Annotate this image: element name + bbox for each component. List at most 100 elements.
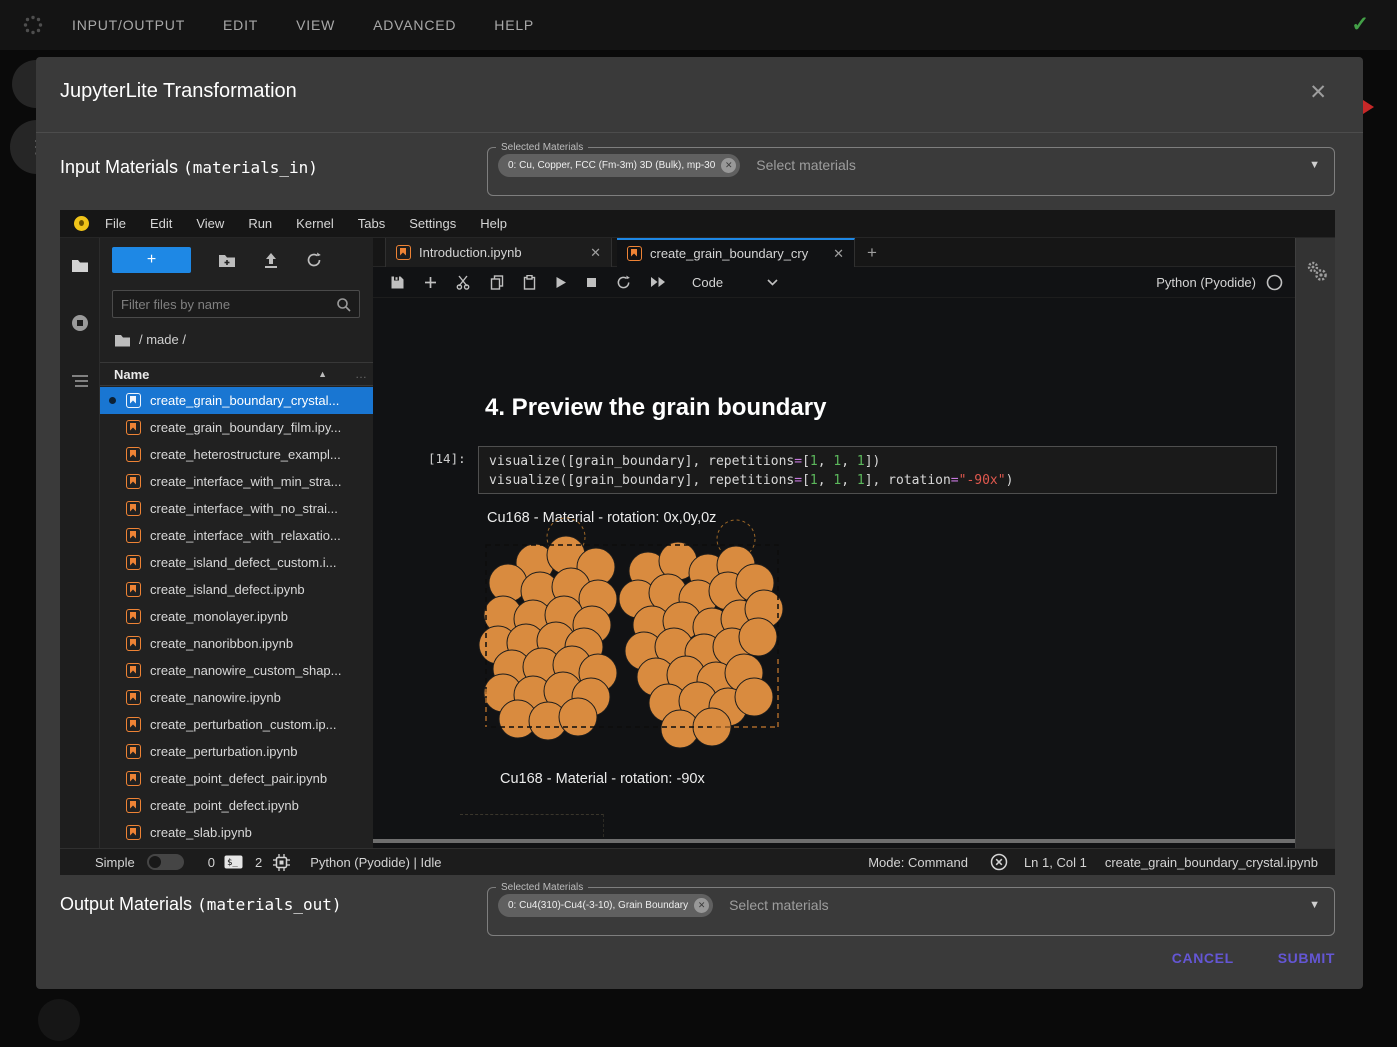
simple-mode-toggle[interactable] [147,854,184,870]
stop-kernel-icon[interactable] [586,277,597,288]
refresh-icon[interactable] [306,252,322,268]
screen: INPUT/OUTPUT EDIT VIEW ADVANCED HELP ✓ ⋮… [0,0,1397,1047]
save-icon[interactable] [390,275,405,290]
file-row[interactable]: create_interface_with_no_strai... [100,495,373,522]
run-cell-icon[interactable] [555,276,567,289]
output-material-chip[interactable]: 0: Cu4(310)-Cu4(-3-10), Grain Boundary ✕ [498,894,713,917]
close-icon[interactable]: ✕ [1309,82,1327,103]
breadcrumb[interactable]: / made / [114,332,186,347]
submit-button[interactable]: SUBMIT [1278,950,1335,966]
chip-close-icon[interactable]: ✕ [721,158,736,173]
jp-menu-run[interactable]: Run [248,216,272,231]
jp-menu-settings[interactable]: Settings [409,216,456,231]
chip-close-icon[interactable]: ✕ [694,898,709,913]
file-row[interactable]: create_slab.ipynb [100,819,373,846]
command-mode-indicator[interactable]: Mode: Command [868,855,968,870]
notebook-icon [396,245,411,260]
cell-type-select[interactable]: Code [692,275,723,290]
check-icon[interactable]: ✓ [1351,12,1369,37]
file-row[interactable]: create_perturbation_custom.ip... [100,711,373,738]
restart-and-run-all-icon[interactable] [650,276,666,288]
file-row[interactable]: create_island_defect_custom.i... [100,549,373,576]
chevron-down-icon[interactable] [767,279,778,286]
sort-ascending-icon[interactable]: ▲ [318,369,327,379]
notebook-icon [126,501,141,516]
horizontal-scrollbar[interactable] [373,839,1295,843]
file-row[interactable]: create_perturbation.ipynb [100,738,373,765]
file-row[interactable]: create_island_defect.ipynb [100,576,373,603]
notification-bell-icon[interactable] [990,853,1008,871]
jp-menu-edit[interactable]: Edit [150,216,172,231]
breadcrumb-path: / made / [139,332,186,347]
file-row[interactable]: create_grain_boundary_crystal... [100,387,373,414]
new-folder-icon[interactable] [218,253,236,268]
app-logo-dots-icon[interactable] [22,14,44,36]
jp-menu-view[interactable]: View [196,216,224,231]
file-row[interactable]: create_point_defect.ipynb [100,792,373,819]
notebook-icon [126,420,141,435]
jp-menu-kernel[interactable]: Kernel [296,216,334,231]
input-materials-select[interactable]: Selected Materials 0: Cu, Copper, FCC (F… [487,142,1335,196]
file-row[interactable]: create_heterostructure_exampl... [100,441,373,468]
upload-icon[interactable] [263,253,279,268]
more-columns-icon[interactable]: … [355,367,367,381]
tab-close-icon[interactable]: ✕ [833,246,844,262]
file-name: create_island_defect.ipynb [150,582,305,597]
filter-files-input[interactable]: Filter files by name [112,290,360,318]
input-select-placeholder[interactable]: Select materials [756,157,1309,173]
name-column-header[interactable]: Name [114,367,318,382]
cell-execution-prompt: [14]: [428,451,472,466]
cursor-position[interactable]: Ln 1, Col 1 [1024,855,1087,870]
notebook-content[interactable]: 4. Preview the grain boundary [14]: visu… [373,298,1295,843]
terminal-icon: $_ [224,855,243,869]
file-row[interactable]: create_monolayer.ipynb [100,603,373,630]
menu-input-output[interactable]: INPUT/OUTPUT [72,17,185,33]
new-launcher-button[interactable]: + [112,247,191,273]
input-material-chip[interactable]: 0: Cu, Copper, FCC (Fm-3m) 3D (Bulk), mp… [498,154,740,177]
jp-menu-help[interactable]: Help [480,216,507,231]
file-row[interactable]: create_nanowire.ipynb [100,684,373,711]
file-row[interactable]: create_nanowire_custom_shap... [100,657,373,684]
restart-kernel-icon[interactable] [616,275,631,290]
running-kernels-icon[interactable] [71,314,89,332]
tab-introduction[interactable]: Introduction.ipynb ✕ [385,238,612,267]
menu-advanced[interactable]: ADVANCED [373,17,456,33]
file-row[interactable]: create_interface_with_relaxatio... [100,522,373,549]
file-row[interactable]: create_interface_with_min_stra... [100,468,373,495]
chevron-down-icon[interactable]: ▼ [1309,899,1320,911]
tab-label: create_grain_boundary_cry [650,246,825,261]
file-browser-icon[interactable] [71,258,89,273]
file-name: create_monolayer.ipynb [150,609,288,624]
jp-menu-file[interactable]: File [105,216,126,231]
paste-cell-icon[interactable] [523,275,536,290]
cancel-button[interactable]: CANCEL [1172,950,1234,966]
tab-create-grain-boundary[interactable]: create_grain_boundary_cry ✕ [617,238,855,267]
copy-cell-icon[interactable] [490,275,504,290]
add-cell-icon[interactable] [424,276,437,289]
property-inspector-gears-icon[interactable] [1306,260,1328,282]
menu-help[interactable]: HELP [494,17,534,33]
file-row[interactable]: create_nanoribbon.ipynb [100,630,373,657]
tab-close-icon[interactable]: ✕ [590,245,601,261]
file-row[interactable]: create_point_defect_pair.ipynb [100,765,373,792]
file-row[interactable]: create_grain_boundary_film.ipy... [100,414,373,441]
status-bar: Simple 0 $_ 2 [60,848,1335,875]
kernels-count[interactable]: 2 [255,855,262,870]
jp-menu-tabs[interactable]: Tabs [358,216,385,231]
terminals-count[interactable]: 0 [208,855,215,870]
menu-view[interactable]: VIEW [296,17,335,33]
notebook-icon [126,609,141,624]
kernel-status-text[interactable]: Python (Pyodide) | Idle [310,855,441,870]
file-list-header[interactable]: Name ▲ … [100,362,373,386]
home-folder-icon[interactable] [114,333,131,347]
cut-cell-icon[interactable] [456,275,471,290]
add-tab-button[interactable]: + [860,240,884,265]
material-3d-viewer[interactable] [478,541,785,752]
output-select-placeholder[interactable]: Select materials [729,897,1309,913]
kernel-name[interactable]: Python (Pyodide) [1156,275,1256,290]
kernel-status-icon[interactable] [1266,274,1283,291]
table-of-contents-icon[interactable] [71,374,89,388]
menu-edit[interactable]: EDIT [223,17,258,33]
code-cell-editor[interactable]: visualize([grain_boundary], repetitions=… [478,446,1277,494]
chevron-down-icon[interactable]: ▼ [1309,159,1320,171]
